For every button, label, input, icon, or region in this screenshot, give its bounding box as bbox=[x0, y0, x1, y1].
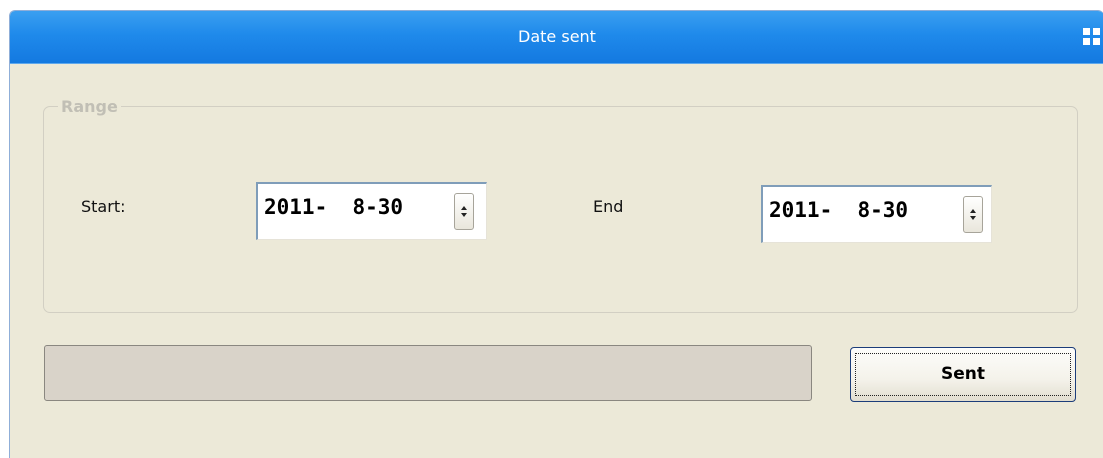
start-date-picker[interactable]: 2011- 8-30 bbox=[256, 182, 487, 240]
start-label: Start: bbox=[81, 197, 126, 216]
date-sent-window: Date sent Range Start: 2011- 8-30 End 20… bbox=[9, 10, 1103, 458]
range-legend: Range bbox=[58, 97, 121, 117]
spin-down-icon[interactable] bbox=[461, 213, 467, 217]
progress-bar bbox=[44, 345, 812, 401]
start-date-value[interactable]: 2011- 8-30 bbox=[264, 195, 403, 219]
spin-down-icon[interactable] bbox=[970, 216, 976, 220]
sent-button-label: Sent bbox=[940, 364, 985, 384]
end-date-spinner[interactable] bbox=[963, 196, 983, 233]
window-title: Date sent bbox=[518, 27, 596, 46]
sent-button[interactable]: Sent bbox=[850, 347, 1076, 402]
grid-icon[interactable] bbox=[1083, 28, 1100, 45]
title-bar[interactable]: Date sent bbox=[10, 11, 1103, 64]
end-date-picker[interactable]: 2011- 8-30 bbox=[761, 185, 992, 243]
end-label: End bbox=[593, 197, 624, 216]
spin-up-icon[interactable] bbox=[970, 209, 976, 213]
end-date-value[interactable]: 2011- 8-30 bbox=[769, 198, 908, 222]
spin-up-icon[interactable] bbox=[461, 206, 467, 210]
start-date-spinner[interactable] bbox=[454, 193, 474, 230]
